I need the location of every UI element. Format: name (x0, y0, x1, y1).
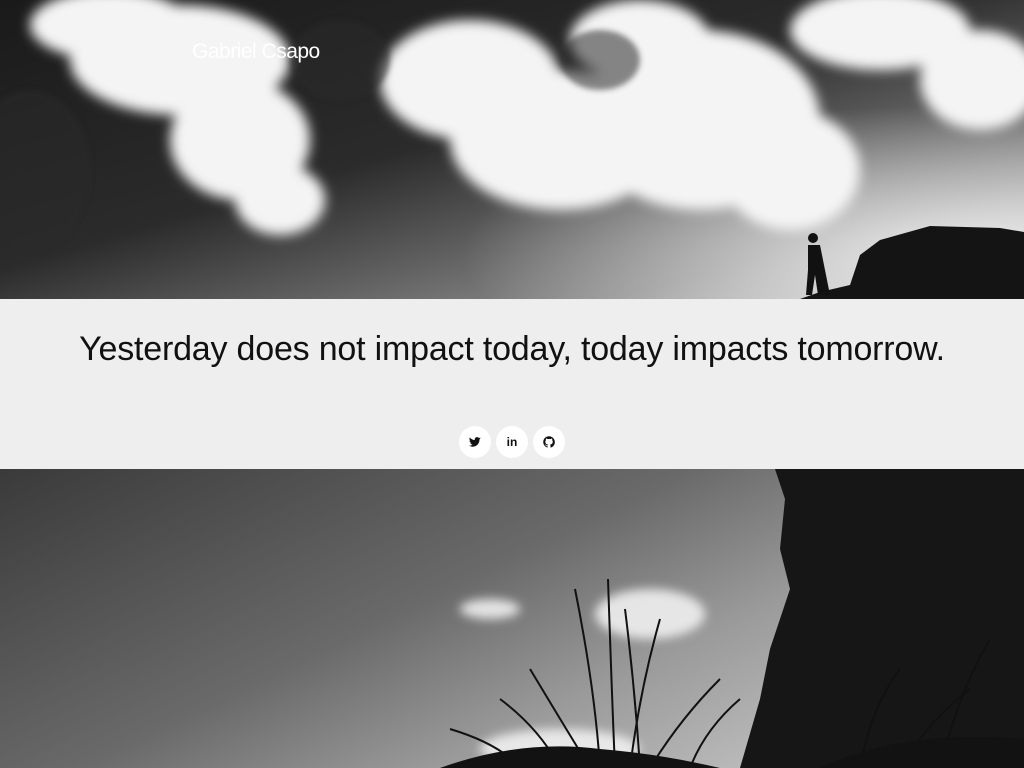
cliff-grass-image (0, 469, 1024, 768)
brand-link[interactable]: Gabriel Csapo (192, 40, 320, 64)
background-photo-bottom (0, 469, 1024, 768)
quote-text: Yesterday does not impact today, today i… (79, 330, 945, 368)
github-button[interactable] (533, 426, 565, 458)
linkedin-button[interactable]: in (496, 426, 528, 458)
sky-clouds-image (0, 0, 1024, 299)
github-icon (543, 436, 555, 448)
social-links: in (0, 426, 1024, 458)
background-photo-top: Gabriel Csapo (0, 0, 1024, 299)
twitter-icon (469, 437, 481, 447)
page: Gabriel Csapo Yesterday does not impact … (0, 0, 1024, 768)
linkedin-icon: in (506, 435, 518, 449)
quote-band: Yesterday does not impact today, today i… (0, 299, 1024, 469)
twitter-button[interactable] (459, 426, 491, 458)
